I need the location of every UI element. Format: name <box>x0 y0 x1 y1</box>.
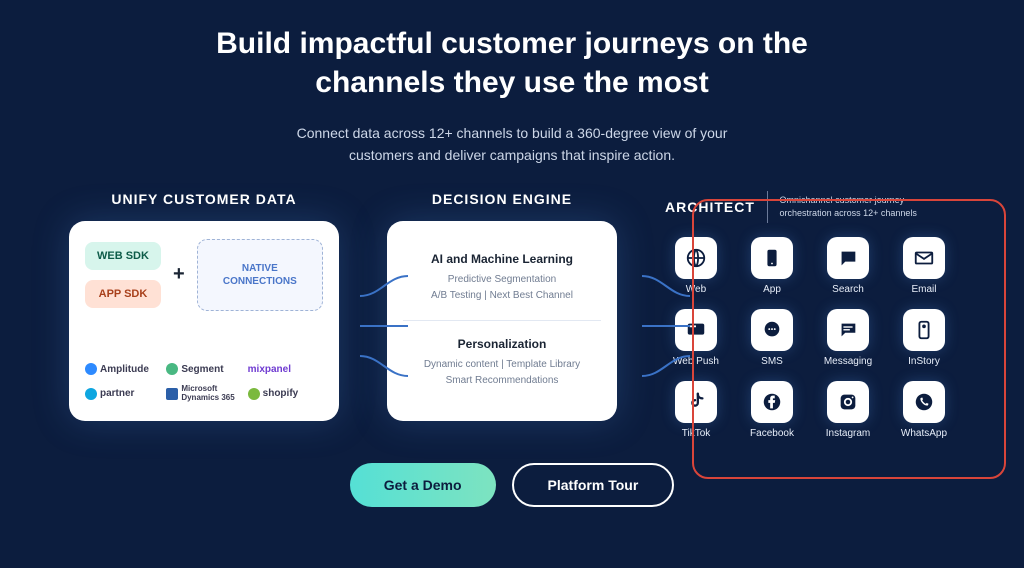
decision-header: DECISION ENGINE <box>387 191 617 207</box>
decision-divider <box>403 320 601 321</box>
messaging-icon <box>827 309 869 351</box>
ai-line1: Predictive Segmentation <box>403 272 601 288</box>
architect-divider <box>767 191 768 223</box>
connector-lines-right <box>642 256 690 396</box>
channel-grid: Web App Search Email Web Push SMS Messag… <box>665 237 955 439</box>
connector-lines-left <box>360 256 408 396</box>
channel-search: Search <box>817 237 879 295</box>
get-demo-button[interactable]: Get a Demo <box>350 463 496 507</box>
email-icon <box>903 237 945 279</box>
phone-icon <box>751 237 793 279</box>
hero-title: Build impactful customer journeys on the… <box>0 24 1024 102</box>
plus-sign: + <box>173 263 185 286</box>
instory-icon <box>903 309 945 351</box>
amplitude-icon <box>85 363 97 375</box>
channel-sms: SMS <box>741 309 803 367</box>
pers-title: Personalization <box>403 337 601 351</box>
logo-mixpanel: mixpanel <box>248 363 323 375</box>
logo-salesforce: partner <box>85 385 160 403</box>
dynamics-icon <box>166 388 178 400</box>
facebook-icon <box>751 381 793 423</box>
search-bubble-icon <box>827 237 869 279</box>
web-sdk-chip: WEB SDK <box>85 242 161 270</box>
whatsapp-icon <box>903 381 945 423</box>
instagram-icon <box>827 381 869 423</box>
unify-header: UNIFY CUSTOMER DATA <box>69 191 339 207</box>
channel-whatsapp: WhatsApp <box>893 381 955 439</box>
logo-shopify: shopify <box>248 385 323 403</box>
platform-tour-button[interactable]: Platform Tour <box>512 463 675 507</box>
decision-column: DECISION ENGINE AI and Machine Learning … <box>387 191 617 421</box>
cta-row: Get a Demo Platform Tour <box>0 463 1024 507</box>
architect-column: ARCHITECT Omnichannel customer journey o… <box>665 191 955 439</box>
hero-subtitle: Connect data across 12+ channels to buil… <box>0 122 1024 167</box>
unify-card: WEB SDK APP SDK + NATIVE CONNECTIONS Amp… <box>69 221 339 421</box>
unify-column: UNIFY CUSTOMER DATA WEB SDK APP SDK + NA… <box>69 191 339 421</box>
app-sdk-chip: APP SDK <box>85 280 161 308</box>
decision-card: AI and Machine Learning Predictive Segme… <box>387 221 617 421</box>
integration-logos: Amplitude Segment mixpanel partner Micro… <box>85 363 323 403</box>
channel-messaging: Messaging <box>817 309 879 367</box>
channel-email: Email <box>893 237 955 295</box>
pers-line2: Smart Recommendations <box>403 373 601 389</box>
sms-icon <box>751 309 793 351</box>
architect-desc: Omnichannel customer journey orchestrati… <box>780 194 955 219</box>
channel-facebook: Facebook <box>741 381 803 439</box>
logo-dynamics: Microsoft Dynamics 365 <box>166 385 241 403</box>
segment-icon <box>166 363 178 375</box>
native-connections-box: NATIVE CONNECTIONS <box>197 239 323 311</box>
ai-line2: A/B Testing | Next Best Channel <box>403 288 601 304</box>
pers-line1: Dynamic content | Template Library <box>403 357 601 373</box>
channel-instagram: Instagram <box>817 381 879 439</box>
shopify-icon <box>248 388 260 400</box>
logo-segment: Segment <box>166 363 241 375</box>
architect-title: ARCHITECT <box>665 199 755 215</box>
channel-instory: InStory <box>893 309 955 367</box>
ai-title: AI and Machine Learning <box>403 252 601 266</box>
salesforce-icon <box>85 388 97 400</box>
channel-app: App <box>741 237 803 295</box>
logo-amplitude: Amplitude <box>85 363 160 375</box>
